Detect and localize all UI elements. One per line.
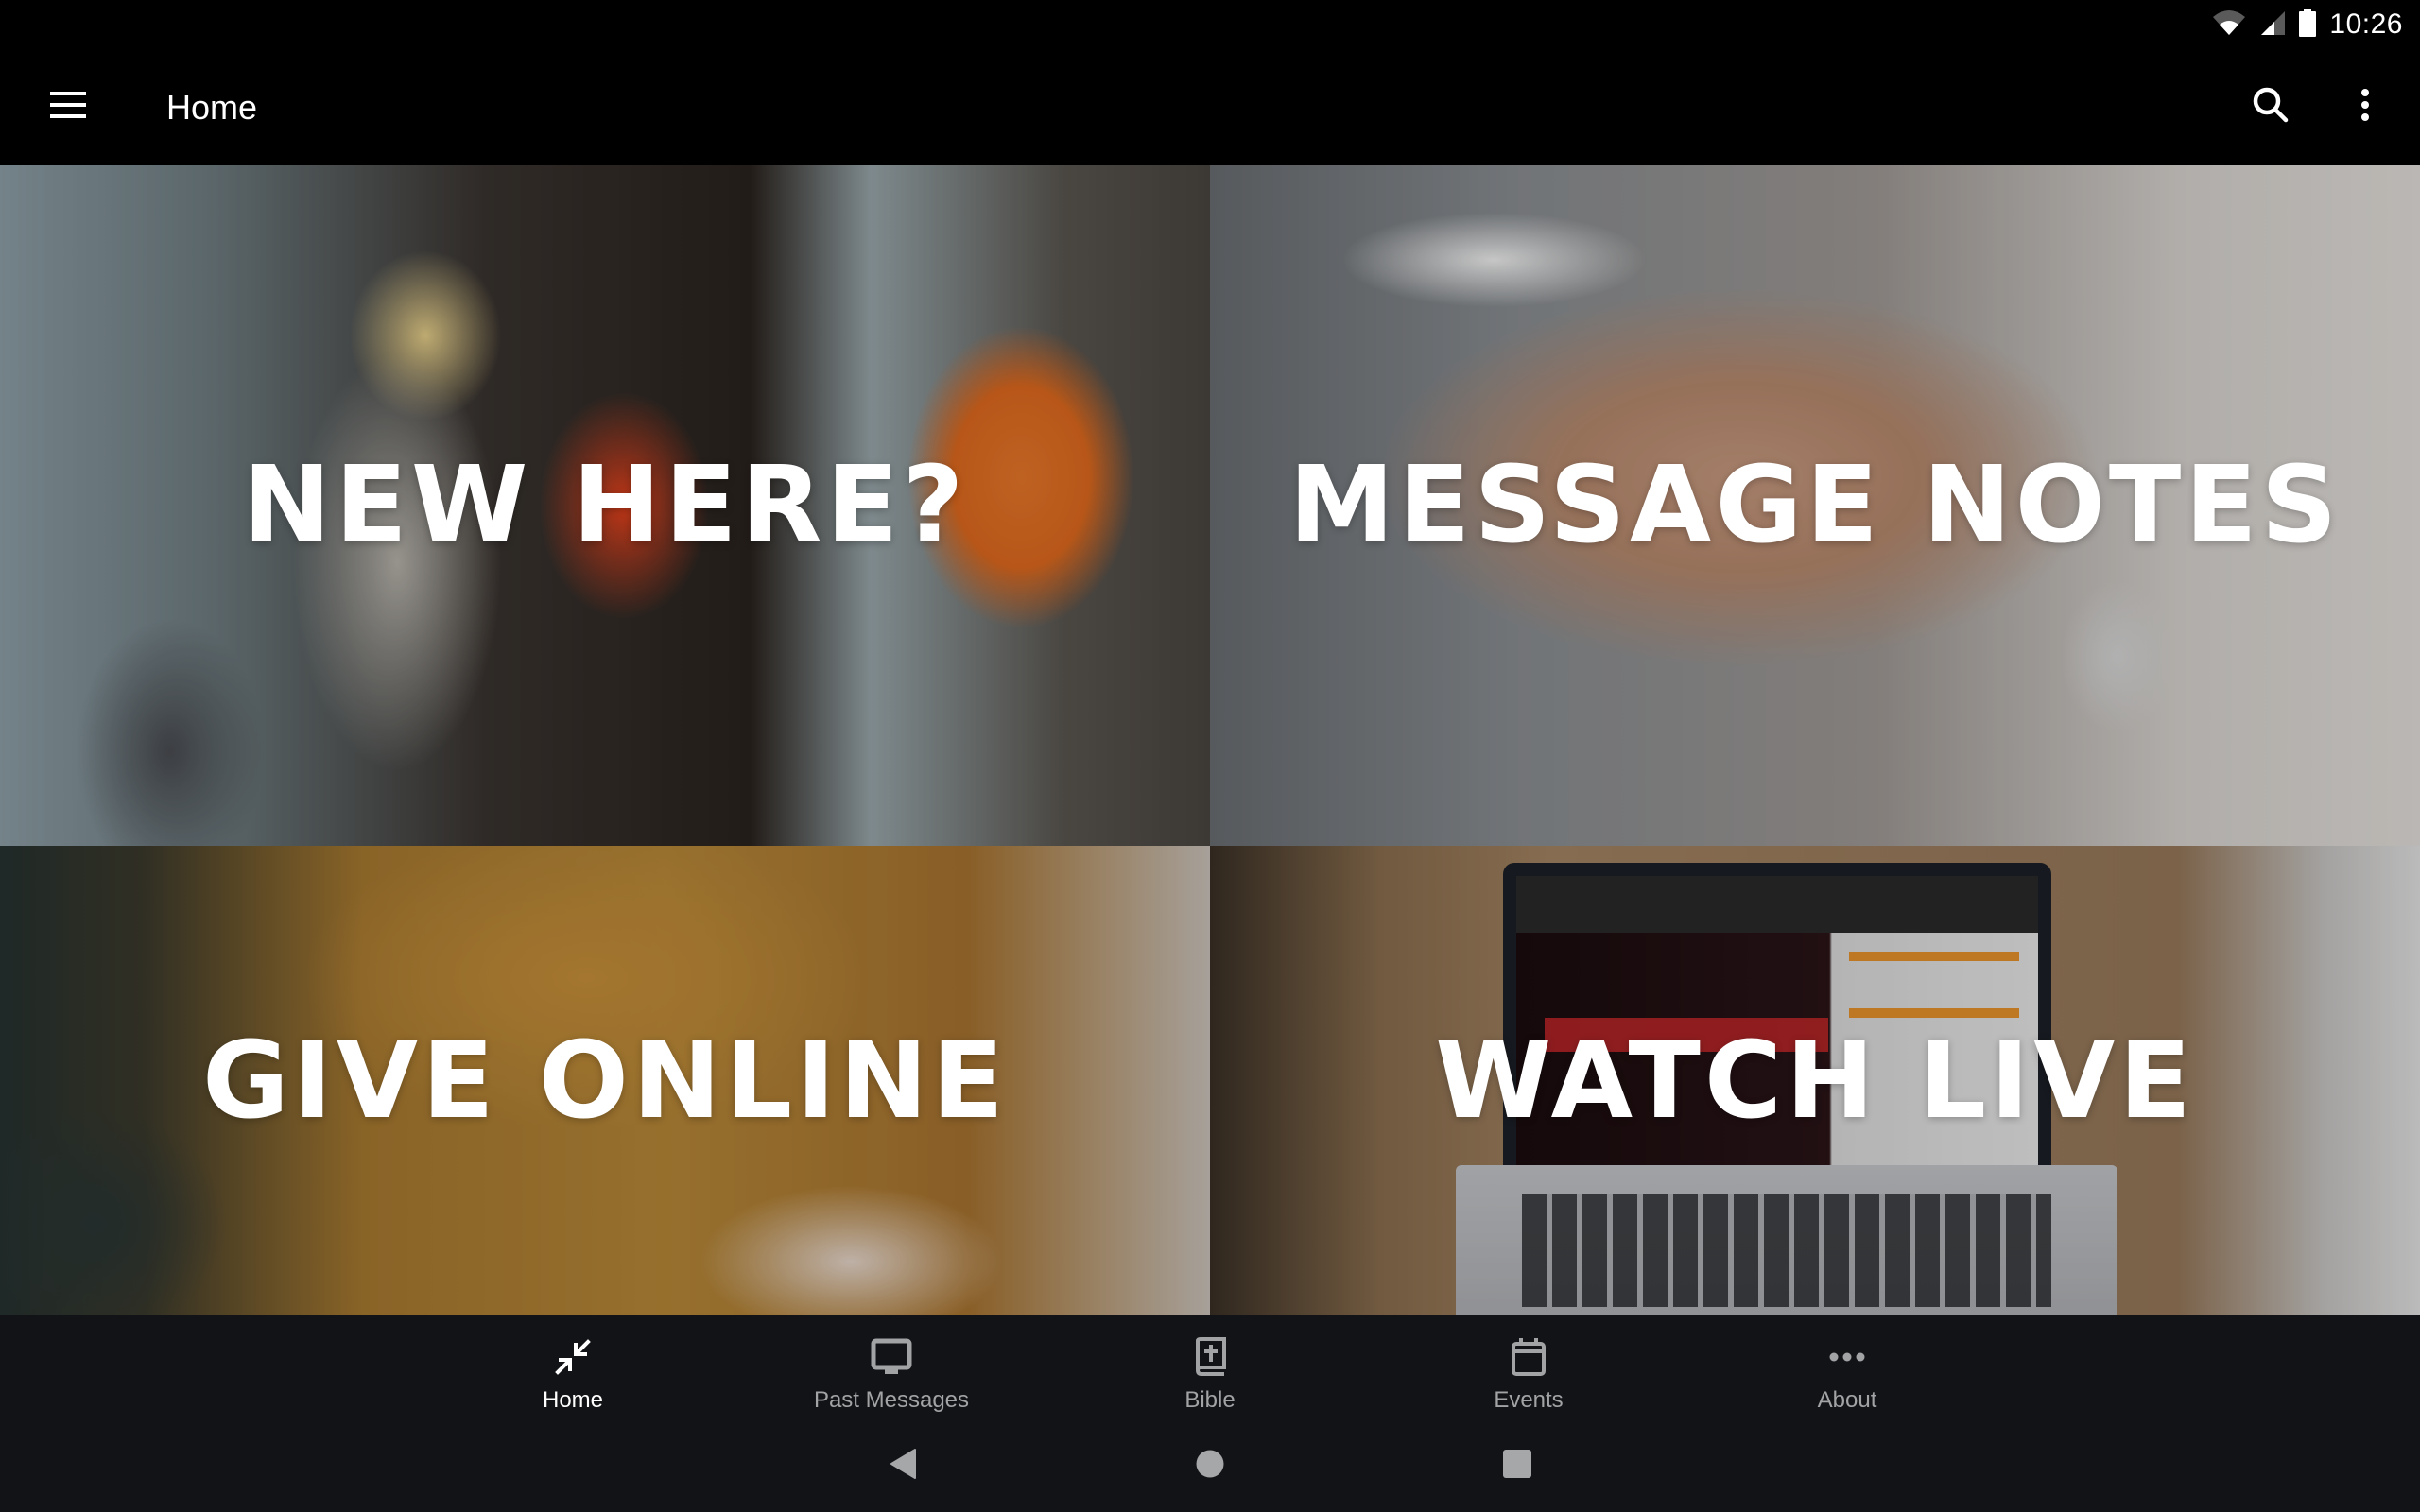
status-time: 10:26: [2329, 9, 2403, 40]
battery-icon: [2299, 8, 2317, 42]
tile-message-notes[interactable]: MESSAGE NOTES: [1210, 165, 2420, 846]
nav-label: Past Messages: [813, 1387, 970, 1413]
search-button[interactable]: [2233, 70, 2308, 146]
more-horiz-icon: [1824, 1334, 1870, 1380]
nav-label: Events: [1494, 1387, 1564, 1413]
tile-new-here[interactable]: NEW HERE?: [0, 165, 1210, 846]
tile-title: MESSAGE NOTES: [1288, 444, 2342, 567]
nav-item-bible[interactable]: Bible: [1051, 1315, 1370, 1419]
recents-square-icon: [1503, 1449, 1531, 1483]
bible-icon: [1187, 1334, 1233, 1380]
back-triangle-icon: [889, 1448, 917, 1485]
tile-title: GIVE ONLINE: [201, 1019, 1008, 1143]
nav-item-past-messages[interactable]: Past Messages: [733, 1315, 1051, 1419]
tile-title: NEW HERE?: [242, 444, 968, 567]
status-bar: 10:26: [0, 0, 2420, 49]
bottom-navigation: Home Past Messages Bible Events About: [0, 1315, 2420, 1419]
nav-label: About: [1817, 1387, 1877, 1413]
home-tiles-grid: NEW HERE? MESSAGE NOTES GIVE ONLINE WATC…: [0, 165, 2420, 1315]
tile-title: WATCH LIVE: [1434, 1019, 2196, 1143]
calendar-icon: [1506, 1334, 1551, 1380]
app-toolbar: Home: [0, 49, 2420, 165]
monitor-icon: [869, 1334, 914, 1380]
page-title: Home: [166, 87, 258, 127]
nav-item-about[interactable]: About: [1688, 1315, 2007, 1419]
system-home-button[interactable]: [1057, 1419, 1364, 1512]
system-back-button[interactable]: [750, 1419, 1057, 1512]
nav-item-home[interactable]: Home: [414, 1315, 733, 1419]
tile-watch-live[interactable]: WATCH LIVE: [1210, 846, 2420, 1315]
more-vert-icon: [2360, 88, 2371, 127]
home-circle-icon: [1195, 1449, 1225, 1484]
search-icon: [2252, 86, 2290, 129]
nav-label: Bible: [1184, 1387, 1236, 1413]
system-navigation-bar: [0, 1419, 2420, 1512]
menu-button[interactable]: [34, 74, 102, 142]
tile-give-online[interactable]: GIVE ONLINE: [0, 846, 1210, 1315]
system-recents-button[interactable]: [1364, 1419, 1671, 1512]
nav-item-events[interactable]: Events: [1370, 1315, 1688, 1419]
cellular-signal-icon: [2259, 9, 2286, 41]
collapse-arrows-icon: [550, 1334, 596, 1380]
more-options-button[interactable]: [2327, 70, 2403, 146]
wifi-icon: [2212, 9, 2246, 41]
nav-label: Home: [542, 1387, 604, 1413]
hamburger-menu-icon: [50, 92, 86, 123]
